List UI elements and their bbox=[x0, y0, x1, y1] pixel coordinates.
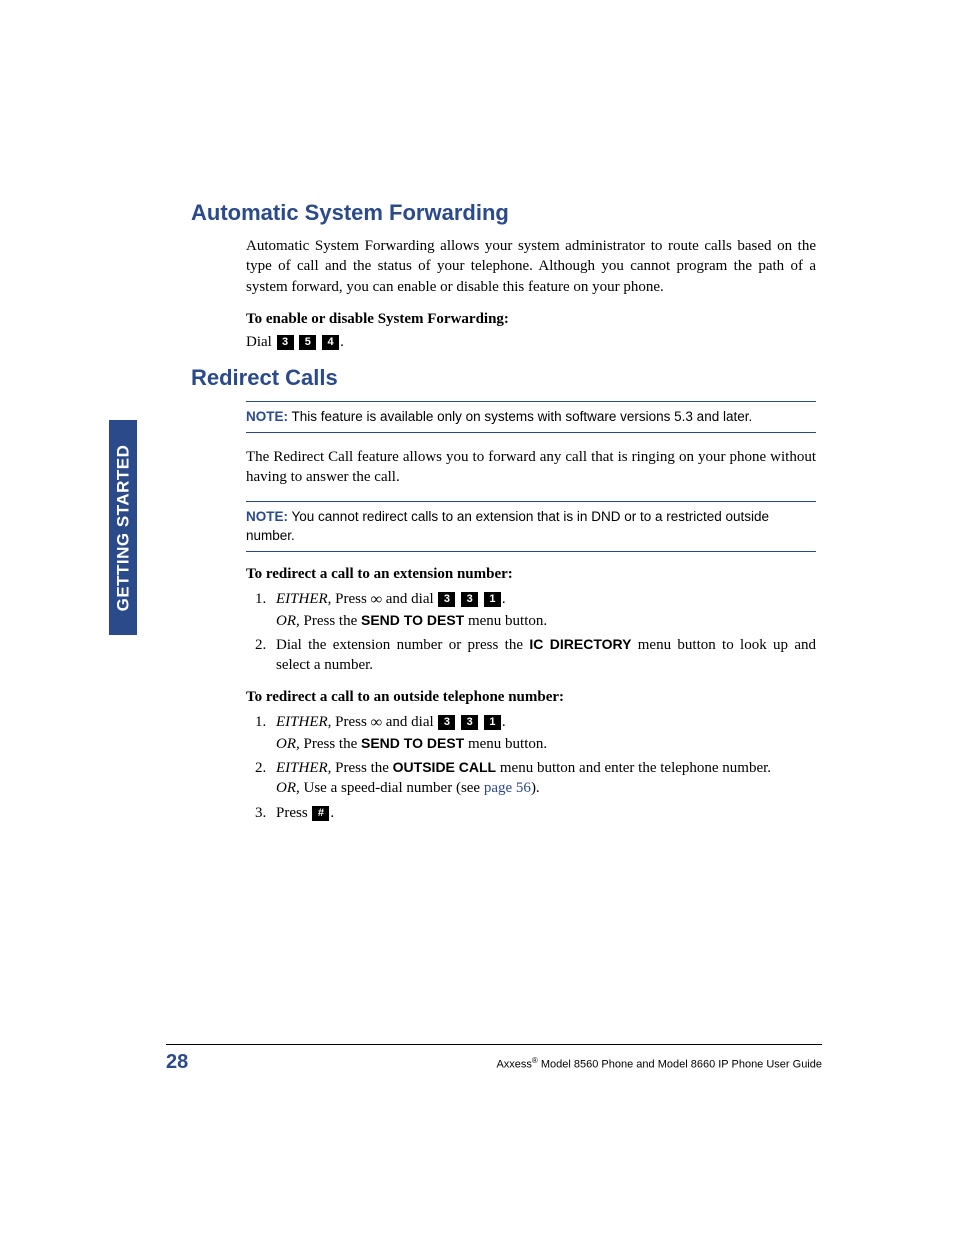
keycap: 3 bbox=[461, 592, 478, 607]
text: Press bbox=[331, 714, 370, 730]
text: Dial the extension number or press the bbox=[276, 637, 529, 653]
heading-redirect-ext: To redirect a call to an extension numbe… bbox=[246, 566, 816, 583]
text: and dial bbox=[382, 714, 437, 730]
either-label: EITHER, bbox=[276, 760, 331, 776]
keycap: 1 bbox=[484, 715, 501, 730]
infinity-icon: ∞ bbox=[371, 714, 382, 731]
text: menu button. bbox=[464, 736, 547, 752]
heading-redirect-out: To redirect a call to an outside telepho… bbox=[246, 689, 816, 706]
section-tab: GETTING STARTED bbox=[109, 420, 137, 635]
keycap: 3 bbox=[461, 715, 478, 730]
either-label: EITHER, bbox=[276, 591, 331, 607]
page-link[interactable]: page 56 bbox=[484, 780, 531, 796]
heading-asf: Automatic System Forwarding bbox=[191, 200, 816, 226]
keycap: 5 bbox=[299, 335, 316, 350]
text: menu button and enter the telephone numb… bbox=[496, 760, 771, 776]
text: and dial bbox=[382, 591, 437, 607]
asf-enable-label: To enable or disable System Forwarding: bbox=[246, 311, 816, 328]
menu-button-label: SEND TO DEST bbox=[361, 612, 464, 628]
note-text: This feature is available only on system… bbox=[288, 409, 752, 424]
keycap: # bbox=[312, 806, 329, 821]
section-tab-label: GETTING STARTED bbox=[113, 444, 133, 611]
list-item: EITHER, Press ∞ and dial 3 3 1. OR, Pres… bbox=[270, 589, 816, 631]
footer-suffix: Model 8560 Phone and Model 8660 IP Phone… bbox=[538, 1059, 822, 1071]
list-item: EITHER, Press the OUTSIDE CALL menu butt… bbox=[270, 758, 816, 799]
text: Press the bbox=[331, 760, 392, 776]
note-label: NOTE: bbox=[246, 409, 288, 424]
asf-dial-line: Dial 3 5 4. bbox=[246, 334, 816, 351]
keycap: 3 bbox=[438, 715, 455, 730]
keycap: 4 bbox=[322, 335, 339, 350]
note-box-2: NOTE: You cannot redirect calls to an ex… bbox=[246, 501, 816, 551]
footer-text: Axxess® Model 8560 Phone and Model 8660 … bbox=[496, 1056, 822, 1071]
menu-button-label: OUTSIDE CALL bbox=[393, 759, 496, 775]
text: Press bbox=[331, 591, 370, 607]
text: Press the bbox=[300, 736, 361, 752]
menu-button-label: IC DIRECTORY bbox=[529, 636, 631, 652]
text: . bbox=[330, 805, 334, 821]
keycap: 1 bbox=[484, 592, 501, 607]
redirect-intro: The Redirect Call feature allows you to … bbox=[246, 447, 816, 488]
keycap: 3 bbox=[277, 335, 294, 350]
footer: 28 Axxess® Model 8560 Phone and Model 86… bbox=[166, 1044, 822, 1074]
text: menu button. bbox=[464, 613, 547, 629]
either-label: EITHER, bbox=[276, 714, 331, 730]
asf-intro: Automatic System Forwarding allows your … bbox=[246, 236, 816, 297]
dial-word: Dial bbox=[246, 334, 272, 350]
note-label: NOTE: bbox=[246, 509, 288, 524]
heading-redirect: Redirect Calls bbox=[191, 365, 816, 391]
steps-redirect-ext: EITHER, Press ∞ and dial 3 3 1. OR, Pres… bbox=[246, 589, 816, 675]
text: Press the bbox=[300, 613, 361, 629]
text: , Use a speed-dial number (see bbox=[296, 780, 484, 796]
or-label: OR bbox=[276, 780, 296, 796]
steps-redirect-out: EITHER, Press ∞ and dial 3 3 1. OR, Pres… bbox=[246, 712, 816, 823]
note-box-1: NOTE: This feature is available only on … bbox=[246, 401, 816, 433]
footer-brand: Axxess bbox=[496, 1059, 531, 1071]
or-label: OR, bbox=[276, 736, 300, 752]
keycap: 3 bbox=[438, 592, 455, 607]
list-item: EITHER, Press ∞ and dial 3 3 1. OR, Pres… bbox=[270, 712, 816, 754]
text: Press bbox=[276, 805, 311, 821]
text: ). bbox=[531, 780, 540, 796]
list-item: Press #. bbox=[270, 803, 816, 823]
note-text: You cannot redirect calls to an extensio… bbox=[246, 509, 769, 542]
page-content: Automatic System Forwarding Automatic Sy… bbox=[191, 200, 816, 837]
menu-button-label: SEND TO DEST bbox=[361, 735, 464, 751]
infinity-icon: ∞ bbox=[371, 591, 382, 608]
or-label: OR, bbox=[276, 613, 300, 629]
page-number: 28 bbox=[166, 1051, 188, 1074]
list-item: Dial the extension number or press the I… bbox=[270, 635, 816, 676]
